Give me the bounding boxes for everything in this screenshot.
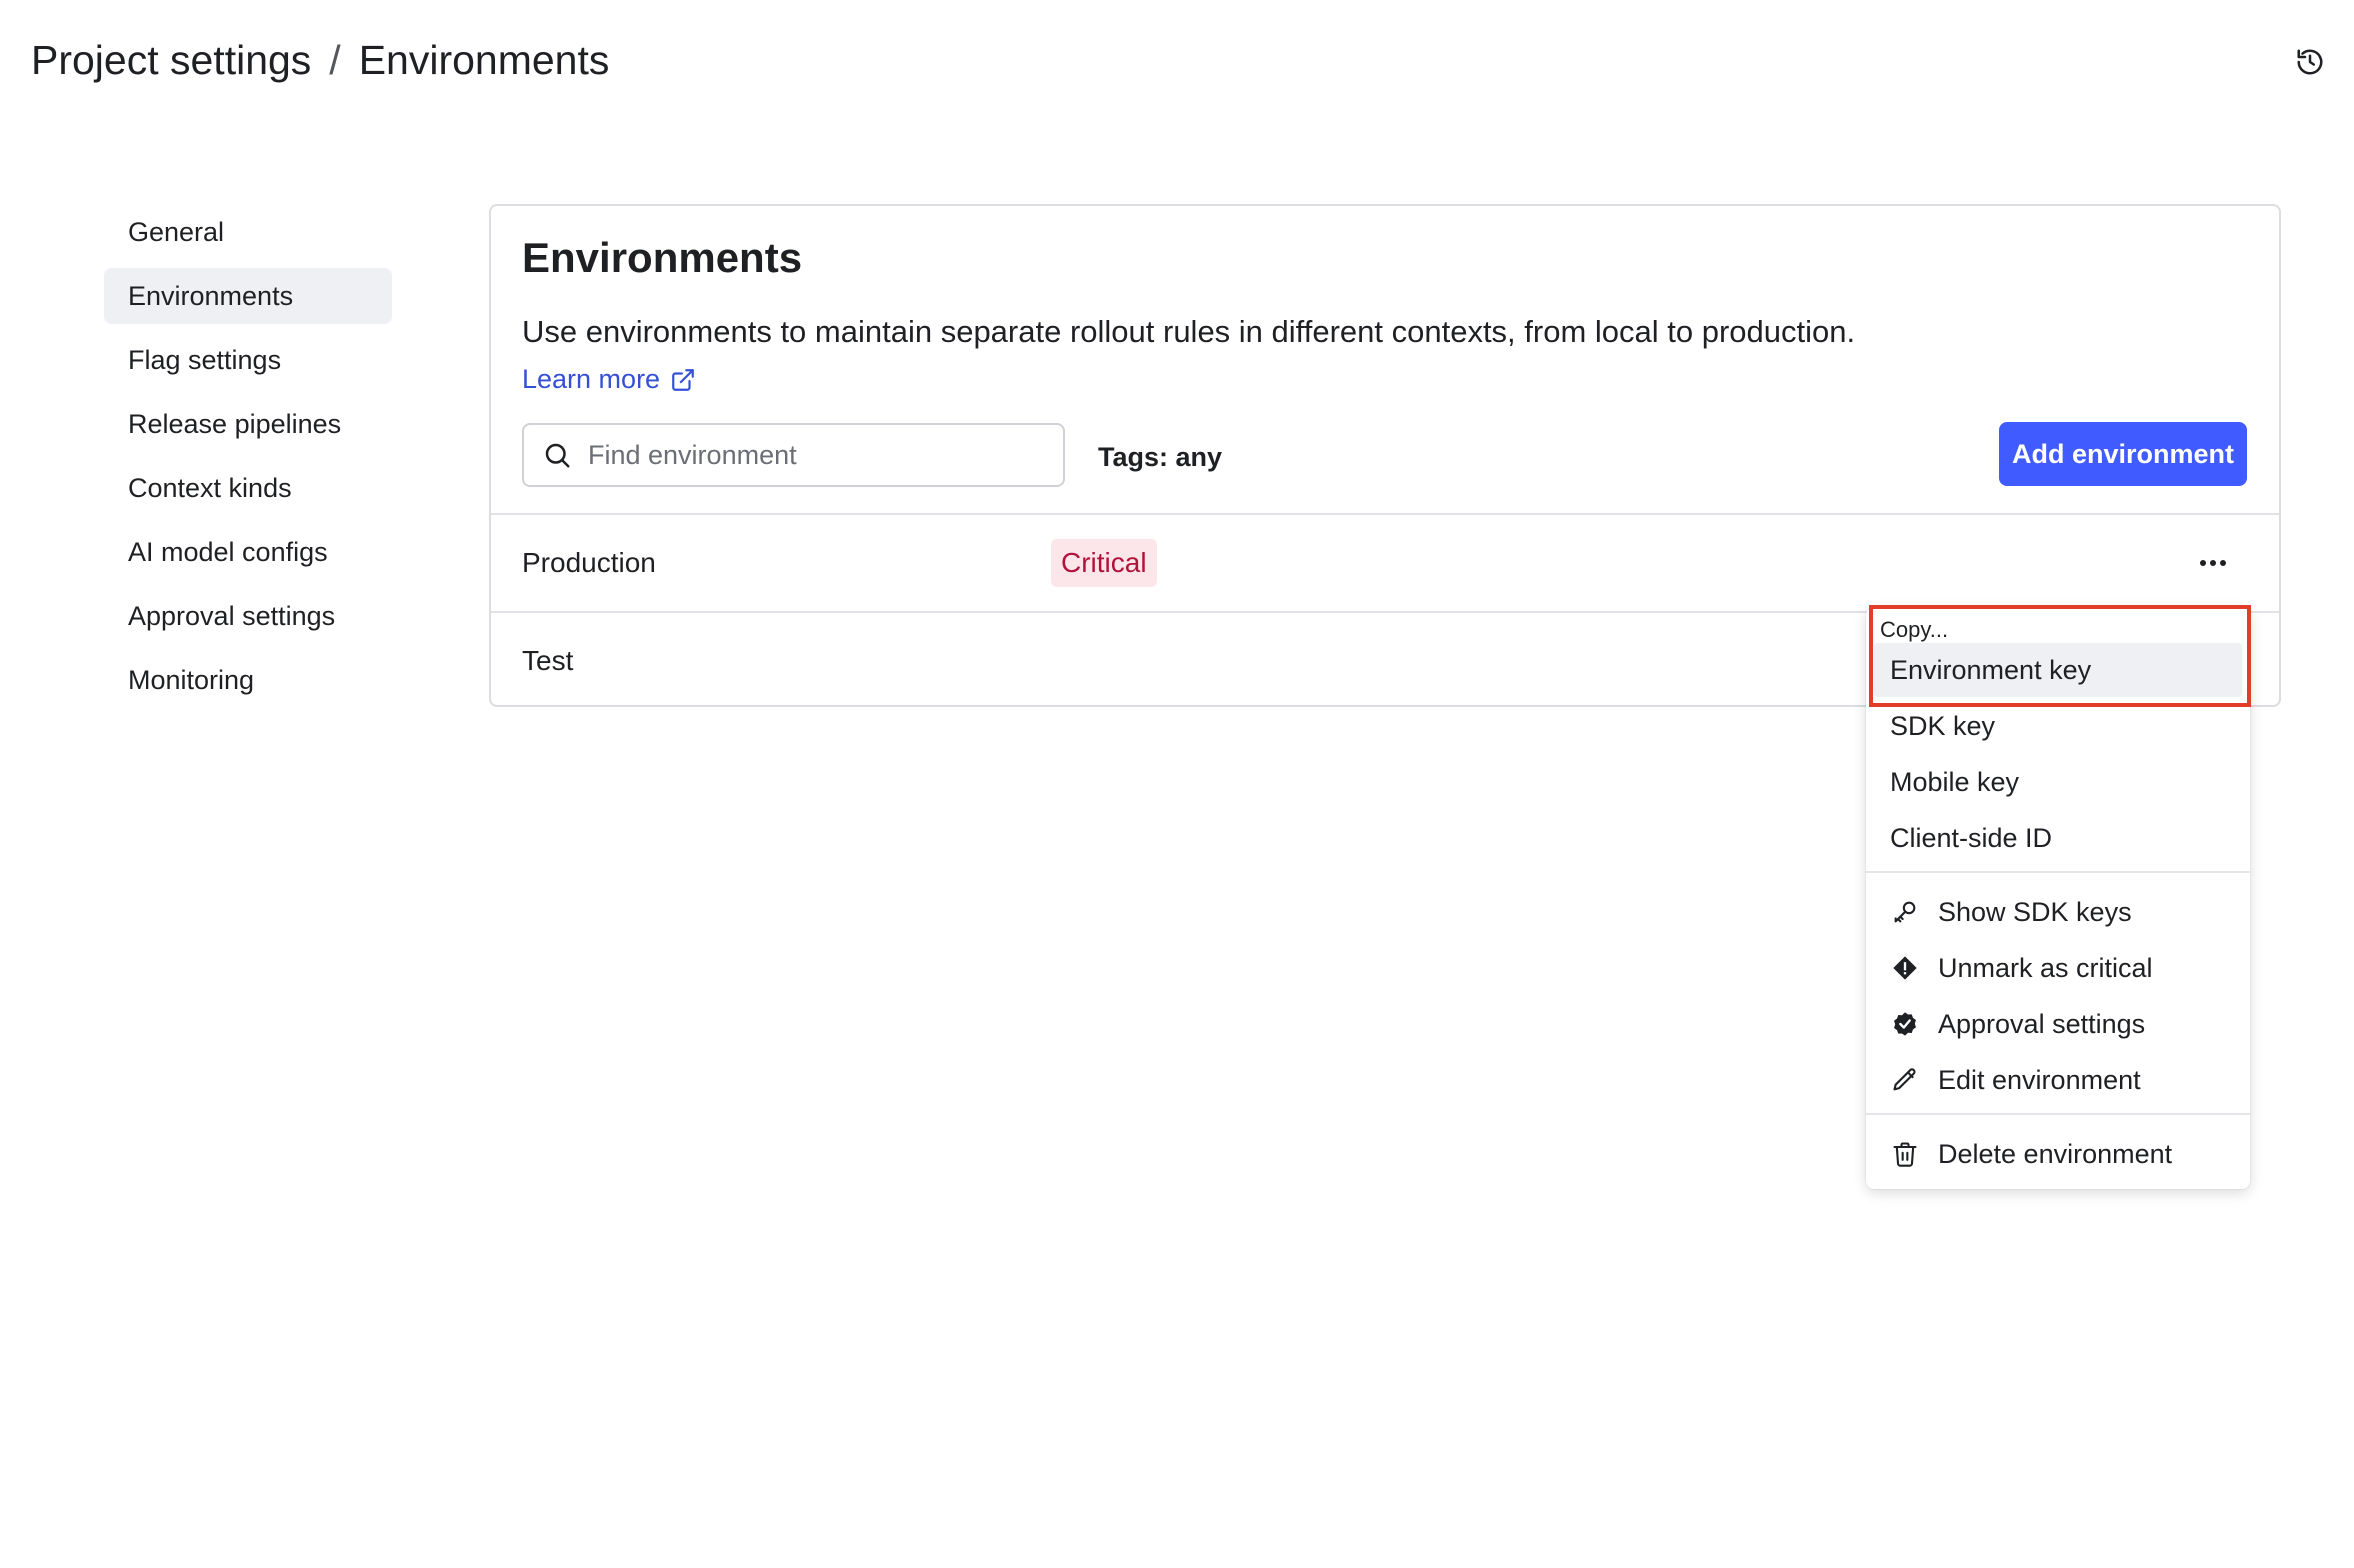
alert-diamond-icon: [1890, 953, 1920, 983]
menu-heading: Copy...: [1880, 617, 1949, 642]
trash-icon: [1890, 1139, 1920, 1169]
menu-item-label: Show SDK keys: [1938, 896, 2132, 927]
sidebar-item-environments[interactable]: Environments: [104, 268, 392, 324]
sidebar-item-flag-settings[interactable]: Flag settings: [104, 332, 392, 388]
breadcrumb-separator: /: [329, 37, 341, 83]
critical-badge: Critical: [1051, 539, 1157, 587]
environment-row[interactable]: Production Critical: [491, 513, 2279, 611]
sidebar-item-general[interactable]: General: [104, 204, 392, 260]
page-title: Environments: [358, 37, 610, 83]
card-title: Environments: [522, 234, 803, 281]
key-icon: [1890, 897, 1920, 927]
menu-item-show-sdk-keys[interactable]: Show SDK keys: [1874, 885, 2242, 939]
menu-item-label: Unmark as critical: [1938, 952, 2153, 983]
search-input[interactable]: [588, 439, 1028, 471]
menu-item-copy-client-side-id[interactable]: Client-side ID: [1874, 811, 2242, 865]
history-icon: [2297, 49, 2323, 75]
more-options-button[interactable]: [2193, 543, 2233, 583]
sidebar-item-context-kinds[interactable]: Context kinds: [104, 460, 392, 516]
history-button[interactable]: [2290, 42, 2330, 82]
environment-name[interactable]: Test: [522, 645, 573, 677]
breadcrumb: Project settings / Environments: [31, 34, 609, 86]
sidebar-item-monitoring[interactable]: Monitoring: [104, 652, 392, 708]
badge-check-icon: [1890, 1009, 1920, 1039]
sidebar-item-ai-model-configs[interactable]: AI model configs: [104, 524, 392, 580]
more-horizontal-icon: [2200, 560, 2226, 566]
card-description: Use environments to maintain separate ro…: [522, 314, 1856, 349]
environment-name[interactable]: Production: [522, 547, 656, 579]
menu-item-delete-environment[interactable]: Delete environment: [1874, 1127, 2242, 1181]
learn-more-link[interactable]: Learn more: [522, 364, 696, 395]
menu-item-copy-environment-key[interactable]: Environment key: [1874, 643, 2242, 697]
search-icon: [545, 443, 570, 468]
sidebar-item-approval-settings[interactable]: Approval settings: [104, 588, 392, 644]
add-environment-button[interactable]: Add environment: [1999, 422, 2247, 486]
menu-item-unmark-critical[interactable]: Unmark as critical: [1874, 941, 2242, 995]
menu-item-label: Delete environment: [1938, 1138, 2173, 1169]
tags-filter[interactable]: Tags: any: [1098, 442, 1222, 473]
menu-item-approval-settings[interactable]: Approval settings: [1874, 997, 2242, 1051]
pencil-icon: [1890, 1065, 1920, 1095]
external-link-icon: [672, 368, 694, 391]
menu-divider: [1866, 871, 2250, 873]
menu-item-label: Approval settings: [1938, 1008, 2146, 1039]
menu-item-label: Edit environment: [1938, 1064, 2141, 1095]
breadcrumb-parent[interactable]: Project settings: [31, 34, 311, 86]
menu-item-copy-sdk-key[interactable]: SDK key: [1874, 699, 2242, 753]
learn-more-label: Learn more: [522, 364, 661, 394]
search-field[interactable]: [522, 423, 1065, 487]
menu-item-edit-environment[interactable]: Edit environment: [1874, 1053, 2242, 1107]
menu-item-copy-mobile-key[interactable]: Mobile key: [1874, 755, 2242, 809]
environment-actions-menu: Copy... Environment key SDK key Mobile k…: [1866, 607, 2250, 1189]
sidebar-item-release-pipelines[interactable]: Release pipelines: [104, 396, 392, 452]
menu-divider: [1866, 1113, 2250, 1115]
settings-sidebar: General Environments Flag settings Relea…: [104, 204, 392, 716]
